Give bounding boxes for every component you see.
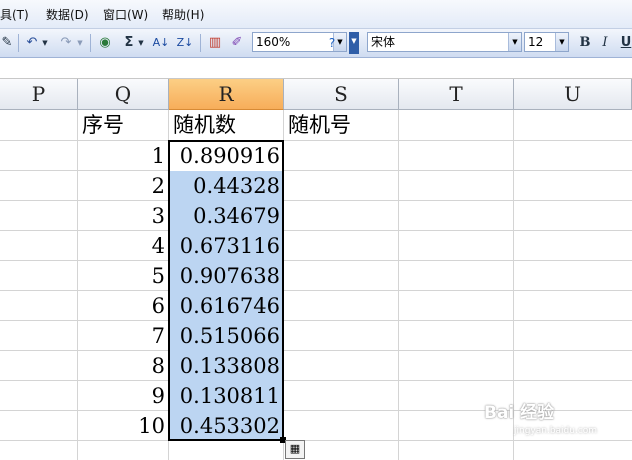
underline-icon[interactable]: U [620, 34, 632, 52]
cell-index[interactable]: 8 [78, 351, 168, 381]
cell-random-value[interactable]: 0.907638 [169, 261, 283, 291]
cell-index[interactable]: 1 [78, 141, 168, 171]
sort-ascending-icon[interactable]: A↓ [152, 34, 170, 52]
cell-random-value[interactable]: 0.133808 [169, 351, 283, 381]
column-header-p[interactable]: P [0, 79, 78, 110]
cell-random-value-active[interactable]: 0.890916 [169, 141, 283, 171]
undo-icon[interactable]: ↶ [24, 34, 40, 52]
cell-index[interactable]: 7 [78, 321, 168, 351]
cell-index[interactable]: 5 [78, 261, 168, 291]
font-size-select[interactable]: 12 ▼ [524, 32, 569, 52]
formula-bar[interactable] [0, 58, 632, 79]
watermark-logo: Bai 经验 [484, 403, 555, 423]
zoom-value: 160% [256, 35, 291, 49]
cell-s-header[interactable]: 随机号 [284, 110, 398, 140]
cell-index[interactable]: 3 [78, 201, 168, 231]
autosum-dropdown-icon[interactable]: ▼ [137, 34, 145, 52]
cell-q-header[interactable]: 序号 [78, 110, 168, 140]
column-header-s[interactable]: S [284, 79, 399, 110]
grid-line [398, 110, 399, 460]
toolbar-separator [90, 34, 91, 52]
cell-r-header[interactable]: 随机数 [169, 110, 283, 140]
toolbar-separator [18, 34, 19, 52]
italic-button[interactable]: I [598, 34, 612, 52]
column-header-t[interactable]: T [399, 79, 514, 110]
column-header-q[interactable]: Q [78, 79, 169, 110]
undo-dropdown-icon[interactable]: ▼ [41, 34, 49, 52]
cell-random-value[interactable]: 0.44328 [169, 171, 283, 201]
cell-index[interactable]: 9 [78, 381, 168, 411]
toolbar-options-icon[interactable]: ▼ [349, 32, 359, 54]
chevron-down-icon[interactable]: ▼ [555, 33, 568, 51]
font-name-select[interactable]: 宋体 ▼ [367, 32, 522, 52]
help-icon[interactable]: ? [324, 34, 340, 52]
hyperlink-icon[interactable]: ◉ [96, 34, 114, 52]
cell-random-value[interactable]: 0.130811 [169, 381, 283, 411]
format-painter-icon[interactable]: ✎ [0, 34, 14, 52]
cell-random-value[interactable]: 0.453302 [169, 411, 283, 441]
standard-toolbar: ✎ ↶ ▼ ↷ ▼ ◉ Σ ▼ A↓ Z↓ ▥ ✐ 160% ▼ ? ▼ 宋体 … [0, 29, 632, 58]
chart-wizard-icon[interactable]: ▥ [206, 34, 224, 52]
grid-line [283, 110, 284, 460]
cell-random-value[interactable]: 0.34679 [169, 201, 283, 231]
font-size-value: 12 [528, 35, 544, 49]
redo-icon[interactable]: ↷ [58, 34, 74, 52]
watermark-url: jingyan.baidu.com [514, 426, 598, 436]
cell-index[interactable]: 10 [78, 411, 168, 441]
column-header-u[interactable]: U [514, 79, 632, 110]
autofill-options-icon[interactable]: ▦ [285, 440, 305, 459]
menu-window[interactable]: 窗口(W) [103, 6, 148, 23]
drawing-icon[interactable]: ✐ [228, 34, 246, 52]
menu-data[interactable]: 数据(D) [46, 6, 89, 23]
cell-random-value[interactable]: 0.515066 [169, 321, 283, 351]
redo-dropdown-icon[interactable]: ▼ [76, 34, 84, 52]
cell-random-value[interactable]: 0.616746 [169, 291, 283, 321]
cell-random-value[interactable]: 0.673116 [169, 231, 283, 261]
menu-help[interactable]: 帮助(H) [162, 6, 204, 23]
toolbar-separator [200, 34, 201, 52]
bold-button[interactable]: B [578, 34, 592, 52]
sort-descending-icon[interactable]: Z↓ [176, 34, 194, 52]
column-header-r[interactable]: R [169, 79, 284, 110]
menu-tools[interactable]: 具(T) [0, 6, 29, 23]
chevron-down-icon[interactable]: ▼ [508, 33, 521, 51]
cell-index[interactable]: 2 [78, 171, 168, 201]
autosum-icon[interactable]: Σ [122, 34, 136, 52]
cell-index[interactable]: 4 [78, 231, 168, 261]
font-name-value: 宋体 [371, 35, 396, 49]
cell-index[interactable]: 6 [78, 291, 168, 321]
menu-bar: 具(T) 数据(D) 窗口(W) 帮助(H) [0, 0, 632, 29]
